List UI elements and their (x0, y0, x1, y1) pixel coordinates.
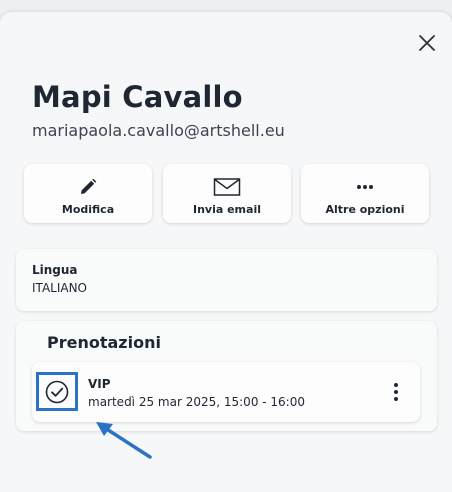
bookings-card: Prenotazioni VIP martedì 25 mar 2025, 15… (16, 321, 437, 431)
pencil-icon (81, 178, 97, 194)
send-email-button-label: Invia email (192, 203, 261, 216)
more-options-button-label: Altre opzioni (325, 203, 405, 216)
more-options-button[interactable]: Altre opzioni (301, 164, 429, 223)
arrow-icon (96, 422, 152, 459)
check-circle-icon (45, 380, 69, 403)
send-email-button[interactable]: Invia email (163, 164, 291, 223)
close-button[interactable] (417, 33, 437, 53)
booking-date: martedì 25 mar 2025, 15:00 - 16:00 (88, 395, 305, 409)
booking-name: VIP (88, 377, 111, 391)
contact-email: mariapaola.cavallo@artshell.eu (32, 121, 285, 140)
contact-name: Mapi Cavallo (32, 80, 243, 114)
edit-button-label: Modifica (61, 203, 115, 216)
edit-button[interactable]: Modifica (24, 164, 152, 223)
more-vertical-icon (394, 383, 398, 401)
booking-item[interactable]: VIP martedì 25 mar 2025, 15:00 - 16:00 (32, 362, 420, 422)
booking-menu-button[interactable] (388, 380, 404, 404)
language-card: Lingua ITALIANO (16, 249, 437, 311)
language-label: Lingua (32, 263, 78, 277)
more-horizontal-icon (357, 185, 373, 189)
close-icon (419, 35, 435, 51)
booking-check-button[interactable] (36, 372, 78, 411)
language-value: ITALIANO (32, 281, 88, 295)
envelope-icon (213, 178, 241, 196)
bookings-title: Prenotazioni (47, 333, 161, 352)
